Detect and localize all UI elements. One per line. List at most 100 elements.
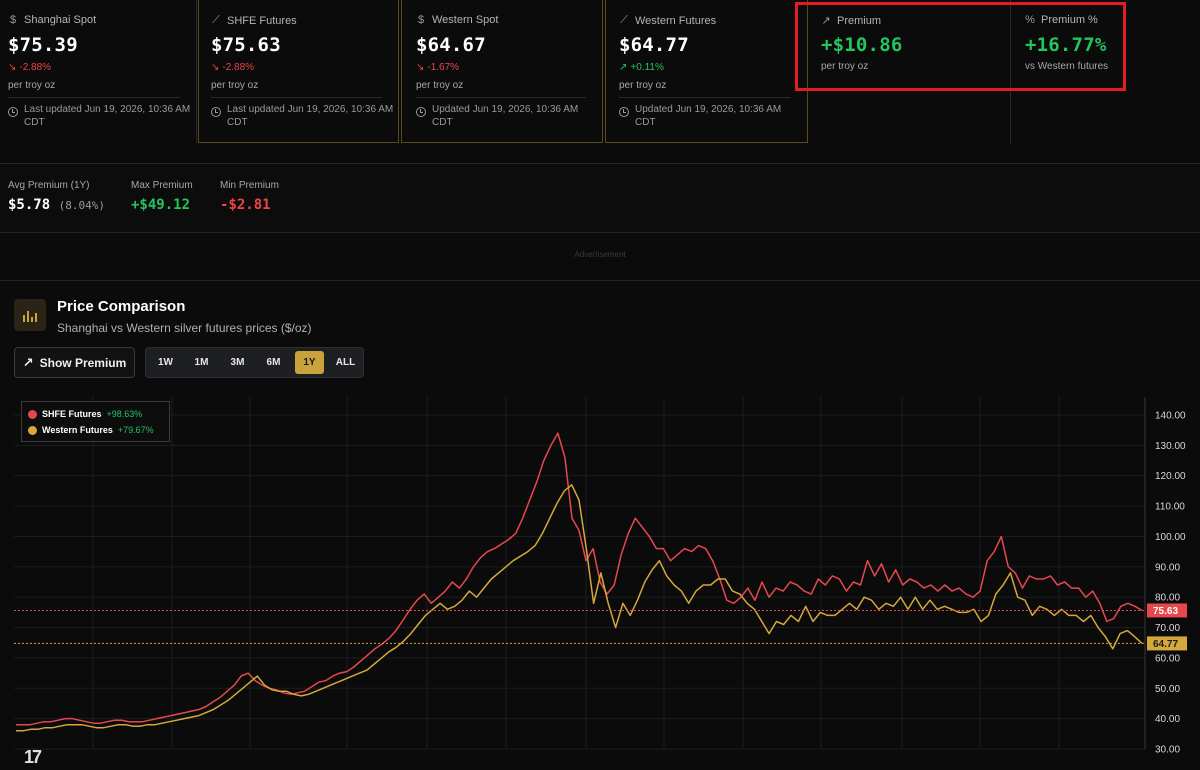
legend-change-shfe: +98.63% <box>106 409 143 419</box>
y-tick-label: 110.00 <box>1155 502 1185 513</box>
range-1y-button[interactable]: 1Y <box>295 351 324 374</box>
card-value: $64.67 <box>416 34 486 56</box>
y-tick-label: 140.00 <box>1155 411 1186 422</box>
card-title: Western Futures <box>635 14 717 27</box>
chart-line-icon: ⟋ <box>212 14 220 26</box>
avg-premium-label: Avg Premium (1Y) <box>8 180 90 191</box>
last-price-label-western: 64.77 <box>1153 639 1178 650</box>
show-premium-button[interactable]: ↗ Show Premium <box>14 347 135 378</box>
clock-icon <box>416 107 426 117</box>
time-range-selector: 1W 1M 3M 6M 1Y ALL <box>145 347 364 378</box>
plot-background <box>14 397 1145 770</box>
trend-up-icon: ↗ <box>619 62 628 73</box>
avg-premium-pct: (8.04%) <box>58 199 105 212</box>
card-title: Western Spot <box>432 14 499 26</box>
card-premium-percent: % Premium % +16.77% vs Western futures <box>1012 0 1200 143</box>
show-premium-label: Show Premium <box>39 355 127 370</box>
last-price-label-shfe: 75.63 <box>1153 606 1178 617</box>
card-premium: ↗ Premium +$10.86 per troy oz <box>809 0 1011 143</box>
card-title: Shanghai Spot <box>24 14 97 26</box>
card-change: -2.88% <box>222 62 255 73</box>
bar-chart-icon <box>14 299 46 331</box>
y-tick-label: 50.00 <box>1155 684 1180 695</box>
y-tick-label: 130.00 <box>1155 441 1186 452</box>
max-premium: Max Premium +$49.12 <box>131 180 193 213</box>
clock-icon <box>619 107 629 117</box>
card-western-futures: ⟋ Western Futures $64.77 ↗ +0.11% per troy… <box>605 0 808 143</box>
card-value: +16.77% <box>1025 34 1107 56</box>
dollar-icon: $ <box>417 14 425 26</box>
card-value: $75.63 <box>211 34 281 56</box>
avg-premium-value: $5.78 <box>8 197 51 213</box>
panel-subtitle: Shanghai vs Western silver futures price… <box>57 321 312 335</box>
y-tick-label: 100.00 <box>1155 532 1186 543</box>
legend-change-western: +79.67% <box>117 425 154 435</box>
y-tick-label: 40.00 <box>1155 714 1180 725</box>
trend-up-icon: ↗ <box>821 15 831 27</box>
divider <box>619 97 791 98</box>
trend-down-icon: ↘ <box>211 62 220 73</box>
divider <box>416 97 586 98</box>
min-premium: Min Premium -$2.81 <box>220 180 279 213</box>
avg-premium: Avg Premium (1Y) $5.78 (8.04%) <box>8 180 105 213</box>
card-value: $64.77 <box>619 34 689 56</box>
advertisement-label: Advertisement <box>574 250 626 259</box>
card-unit: per troy oz <box>619 80 667 91</box>
price-comparison-panel: Price Comparison Shanghai vs Western sil… <box>0 280 1200 770</box>
legend-item-western[interactable]: Western Futures +79.67% <box>28 422 163 438</box>
range-3m-button[interactable]: 3M <box>223 351 252 374</box>
card-updated: Updated Jun 19, 2026, 10:36 AM CDT <box>432 104 579 128</box>
divider <box>8 97 180 98</box>
card-unit: per troy oz <box>211 80 259 91</box>
premium-summary: Avg Premium (1Y) $5.78 (8.04%) Max Premi… <box>0 163 1200 233</box>
card-title: SHFE Futures <box>227 14 297 27</box>
card-updated: Updated Jun 19, 2026, 10:36 AM CDT <box>635 104 782 128</box>
card-western-spot: $ Western Spot $64.67 ↘ -1.67% per troy oz… <box>401 0 603 143</box>
dollar-icon: $ <box>9 14 17 26</box>
percent-icon: % <box>1025 14 1035 26</box>
clock-icon <box>8 107 18 117</box>
price-chart[interactable]: 140.00 130.00 120.00 110.00 100.00 90.00 80.00… <box>0 397 1200 770</box>
legend-label-shfe: SHFE Futures <box>42 409 102 419</box>
min-premium-value: -$2.81 <box>220 197 271 213</box>
card-shfe-futures: ⟋ SHFE Futures $75.63 ↘ -2.88% per troy oz… <box>198 0 399 143</box>
card-value: +$10.86 <box>821 34 903 56</box>
legend-dot-western <box>28 425 37 435</box>
card-updated: Last updated Jun 19, 2026, 10:36 AM CDT <box>24 104 191 128</box>
card-change: -2.88% <box>19 62 52 73</box>
y-tick-label: 30.00 <box>1155 745 1180 756</box>
stat-cards: $ Shanghai Spot $75.39 ↘ -2.88% per troy o… <box>0 0 1200 143</box>
card-change: +0.11% <box>630 62 664 73</box>
legend-item-shfe[interactable]: SHFE Futures +98.63% <box>28 406 163 422</box>
trend-down-icon: ↘ <box>8 62 17 73</box>
y-tick-label: 80.00 <box>1155 593 1180 604</box>
card-title: Premium % <box>1041 14 1098 26</box>
range-6m-button[interactable]: 6M <box>259 351 288 374</box>
chart-line-icon: ⟋ <box>620 14 628 26</box>
max-premium-label: Max Premium <box>131 180 193 191</box>
y-tick-label: 60.00 <box>1155 653 1180 664</box>
legend-dot-shfe <box>28 409 37 419</box>
card-unit: vs Western futures <box>1025 61 1109 72</box>
chart-legend: SHFE Futures +98.63% Western Futures +79… <box>21 401 170 442</box>
range-1w-button[interactable]: 1W <box>151 351 180 374</box>
range-1m-button[interactable]: 1M <box>187 351 216 374</box>
card-unit: per troy oz <box>416 80 464 91</box>
panel-title: Price Comparison <box>57 298 186 315</box>
clock-icon <box>211 107 221 117</box>
card-title: Premium <box>837 14 882 27</box>
range-all-button[interactable]: ALL <box>331 351 360 374</box>
y-tick-label: 70.00 <box>1155 623 1180 634</box>
trend-down-icon: ↘ <box>416 62 425 73</box>
y-tick-label: 120.00 <box>1155 471 1186 482</box>
card-unit: per troy oz <box>8 80 56 91</box>
trend-up-icon: ↗ <box>22 354 34 370</box>
card-value: $75.39 <box>8 34 78 56</box>
card-change: -1.67% <box>427 62 460 73</box>
card-unit: per troy oz <box>821 61 869 72</box>
y-tick-label: 90.00 <box>1155 562 1180 573</box>
legend-label-western: Western Futures <box>42 425 113 435</box>
tradingview-logo: 17 <box>24 747 42 767</box>
card-updated: Last updated Jun 19, 2026, 10:36 AM CDT <box>227 104 394 128</box>
card-shanghai-spot: $ Shanghai Spot $75.39 ↘ -2.88% per troy o… <box>0 0 197 143</box>
